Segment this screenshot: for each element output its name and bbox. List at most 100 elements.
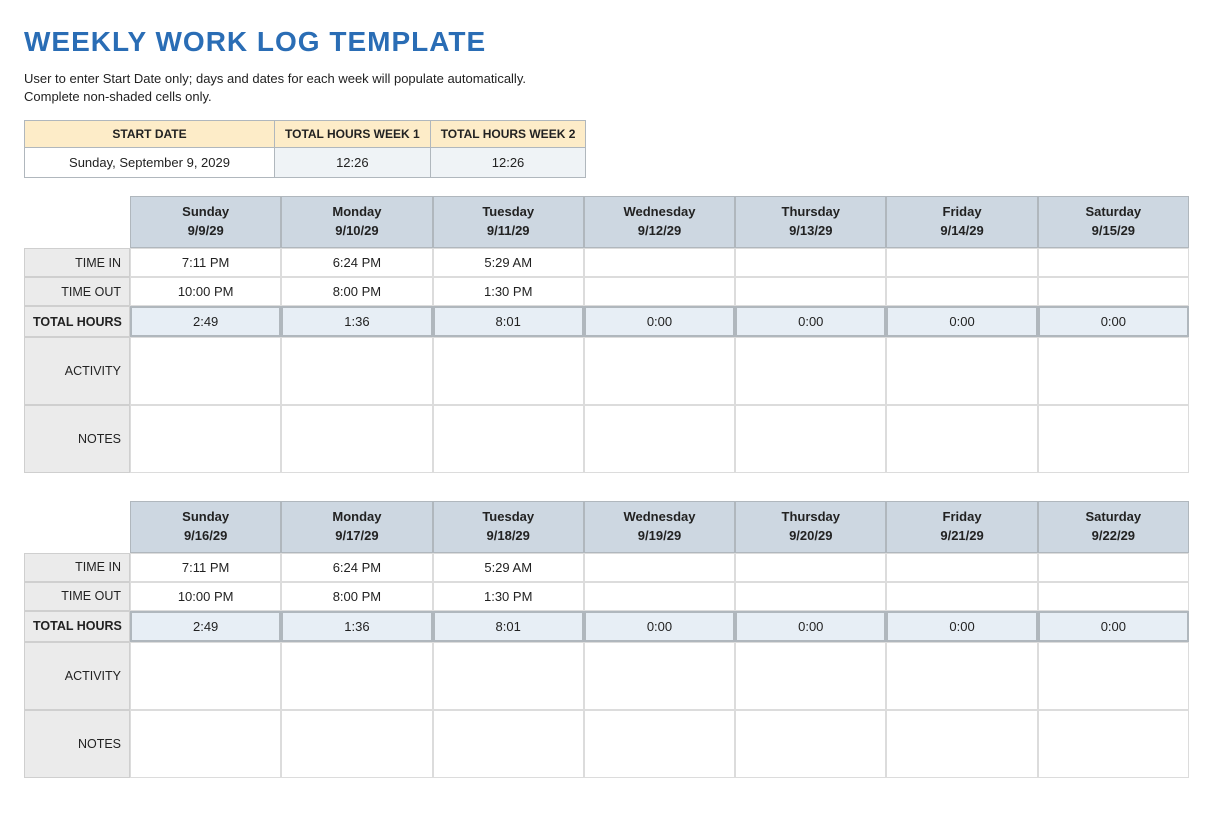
time-out-cell[interactable] [735, 582, 886, 611]
notes-cell[interactable] [886, 710, 1037, 778]
time-in-cell[interactable] [1038, 248, 1189, 277]
activity-cell[interactable] [433, 337, 584, 405]
instructions-line-2: Complete non-shaded cells only. [24, 89, 212, 104]
activity-cell[interactable] [886, 337, 1037, 405]
time-in-cell[interactable] [886, 553, 1037, 582]
summary-header-start-date: START DATE [25, 121, 275, 148]
time-out-cell[interactable] [584, 582, 735, 611]
total-hours-cell: 8:01 [433, 611, 584, 642]
notes-cell[interactable] [281, 405, 432, 473]
notes-cell[interactable] [735, 710, 886, 778]
total-hours-cell: 1:36 [281, 306, 432, 337]
notes-cell[interactable] [281, 710, 432, 778]
total-hours-cell: 0:00 [584, 611, 735, 642]
time-in-cell[interactable]: 6:24 PM [281, 553, 432, 582]
activity-cell[interactable] [886, 642, 1037, 710]
activity-cell[interactable] [735, 337, 886, 405]
time-out-cell[interactable]: 10:00 PM [130, 582, 281, 611]
day-header-fri: Friday9/14/29 [886, 196, 1037, 248]
activity-cell[interactable] [281, 337, 432, 405]
notes-cell[interactable] [584, 710, 735, 778]
time-in-cell[interactable] [1038, 553, 1189, 582]
row-label-time-out: TIME OUT [24, 582, 130, 611]
time-in-cell[interactable] [735, 248, 886, 277]
day-header-mon: Monday9/17/29 [281, 501, 432, 553]
time-in-cell[interactable] [886, 248, 1037, 277]
day-header-mon: Monday9/10/29 [281, 196, 432, 248]
row-label-time-in: TIME IN [24, 553, 130, 582]
week1-table: Sunday9/9/29 Monday9/10/29 Tuesday9/11/2… [24, 196, 1189, 473]
activity-cell[interactable] [281, 642, 432, 710]
day-header-thu: Thursday9/13/29 [735, 196, 886, 248]
time-out-cell[interactable] [1038, 582, 1189, 611]
activity-cell[interactable] [130, 337, 281, 405]
time-out-cell[interactable]: 8:00 PM [281, 582, 432, 611]
day-header-wed: Wednesday9/19/29 [584, 501, 735, 553]
day-header-sat: Saturday9/22/29 [1038, 501, 1189, 553]
row-label-time-out: TIME OUT [24, 277, 130, 306]
row-label-total-hours: TOTAL HOURS [24, 306, 130, 337]
total-hours-cell: 8:01 [433, 306, 584, 337]
time-out-cell[interactable] [584, 277, 735, 306]
summary-header-week2: TOTAL HOURS WEEK 2 [430, 121, 586, 148]
week2-table: Sunday9/16/29 Monday9/17/29 Tuesday9/18/… [24, 501, 1189, 778]
notes-cell[interactable] [735, 405, 886, 473]
total-hours-week2: 12:26 [430, 148, 586, 178]
time-in-cell[interactable] [735, 553, 886, 582]
time-in-cell[interactable]: 7:11 PM [130, 553, 281, 582]
time-in-cell[interactable]: 5:29 AM [433, 248, 584, 277]
day-header-sun: Sunday9/16/29 [130, 501, 281, 553]
activity-cell[interactable] [735, 642, 886, 710]
time-out-cell[interactable]: 8:00 PM [281, 277, 432, 306]
notes-cell[interactable] [433, 405, 584, 473]
time-out-cell[interactable] [1038, 277, 1189, 306]
activity-cell[interactable] [1038, 642, 1189, 710]
notes-cell[interactable] [1038, 405, 1189, 473]
notes-cell[interactable] [130, 710, 281, 778]
row-label-activity: ACTIVITY [24, 642, 130, 710]
time-out-cell[interactable]: 10:00 PM [130, 277, 281, 306]
day-header-tue: Tuesday9/18/29 [433, 501, 584, 553]
time-in-cell[interactable] [584, 553, 735, 582]
row-label-notes: NOTES [24, 405, 130, 473]
time-out-cell[interactable]: 1:30 PM [433, 277, 584, 306]
day-header-fri: Friday9/21/29 [886, 501, 1037, 553]
time-in-cell[interactable]: 5:29 AM [433, 553, 584, 582]
time-out-cell[interactable] [886, 277, 1037, 306]
day-header-thu: Thursday9/20/29 [735, 501, 886, 553]
activity-cell[interactable] [584, 642, 735, 710]
notes-cell[interactable] [584, 405, 735, 473]
activity-cell[interactable] [433, 642, 584, 710]
activity-cell[interactable] [130, 642, 281, 710]
total-hours-cell: 0:00 [1038, 611, 1189, 642]
total-hours-cell: 2:49 [130, 611, 281, 642]
total-hours-cell: 0:00 [1038, 306, 1189, 337]
activity-cell[interactable] [1038, 337, 1189, 405]
start-date-cell[interactable]: Sunday, September 9, 2029 [25, 148, 275, 178]
activity-cell[interactable] [584, 337, 735, 405]
total-hours-cell: 0:00 [735, 306, 886, 337]
notes-cell[interactable] [130, 405, 281, 473]
summary-header-week1: TOTAL HOURS WEEK 1 [275, 121, 431, 148]
notes-cell[interactable] [433, 710, 584, 778]
total-hours-cell: 0:00 [886, 611, 1037, 642]
instructions: User to enter Start Date only; days and … [24, 70, 1189, 106]
notes-cell[interactable] [1038, 710, 1189, 778]
summary-table: START DATE TOTAL HOURS WEEK 1 TOTAL HOUR… [24, 120, 586, 178]
instructions-line-1: User to enter Start Date only; days and … [24, 71, 526, 86]
row-label-activity: ACTIVITY [24, 337, 130, 405]
total-hours-week1: 12:26 [275, 148, 431, 178]
notes-cell[interactable] [886, 405, 1037, 473]
total-hours-cell: 0:00 [735, 611, 886, 642]
time-in-cell[interactable] [584, 248, 735, 277]
time-in-cell[interactable]: 6:24 PM [281, 248, 432, 277]
time-out-cell[interactable]: 1:30 PM [433, 582, 584, 611]
time-out-cell[interactable] [735, 277, 886, 306]
row-label-total-hours: TOTAL HOURS [24, 611, 130, 642]
total-hours-cell: 1:36 [281, 611, 432, 642]
page-title: WEEKLY WORK LOG TEMPLATE [24, 26, 1189, 58]
time-in-cell[interactable]: 7:11 PM [130, 248, 281, 277]
day-header-tue: Tuesday9/11/29 [433, 196, 584, 248]
time-out-cell[interactable] [886, 582, 1037, 611]
day-header-wed: Wednesday9/12/29 [584, 196, 735, 248]
